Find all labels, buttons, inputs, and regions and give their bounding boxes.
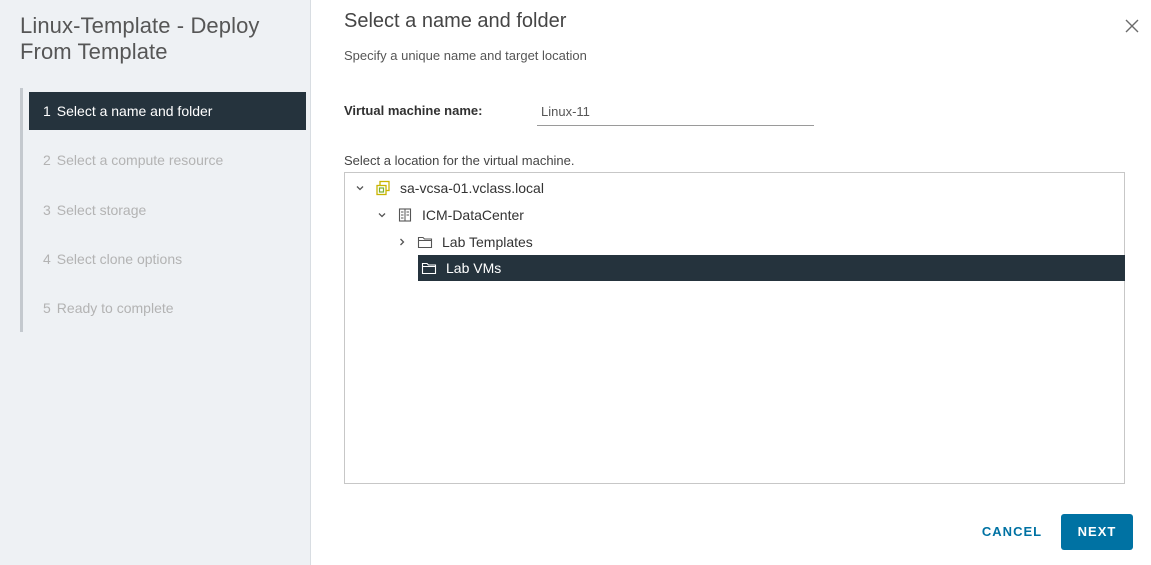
vm-name-input[interactable] — [537, 98, 814, 126]
step-label: Select storage — [56, 202, 147, 218]
step-number: 2 — [43, 152, 51, 168]
folder-icon — [421, 260, 437, 276]
folder-icon — [417, 234, 433, 250]
datacenter-icon — [397, 207, 413, 223]
wizard-sidebar: Linux-Template - Deploy From Template 1S… — [0, 0, 311, 565]
chevron-down-icon[interactable] — [375, 208, 389, 222]
chevron-right-icon[interactable] — [395, 235, 409, 249]
step-label: Ready to complete — [56, 300, 174, 316]
wizard-title: Linux-Template - Deploy From Template — [20, 13, 260, 64]
close-icon[interactable] — [1121, 15, 1143, 37]
step-number: 3 — [43, 202, 51, 218]
step-select-compute-resource[interactable]: 2 Select a compute resource — [29, 141, 306, 179]
vm-name-label: Virtual machine name: — [344, 103, 483, 118]
cancel-button[interactable]: CANCEL — [972, 514, 1052, 550]
tree-node-datacenter[interactable]: ICM-DataCenter — [375, 202, 524, 228]
location-tree: sa-vcsa-01.vclass.local ICM-DataCenter L… — [344, 172, 1125, 484]
tree-node-lab-vms[interactable]: Lab VMs — [418, 255, 1125, 281]
tree-node-label: Lab Templates — [442, 234, 533, 250]
step-ready-to-complete[interactable]: 5 Ready to complete — [29, 289, 306, 327]
tree-node-label: sa-vcsa-01.vclass.local — [400, 180, 544, 196]
chevron-down-icon[interactable] — [353, 181, 367, 195]
step-select-name-folder[interactable]: 1 Select a name and folder — [29, 92, 306, 130]
wizard-steps: 1 Select a name and folder 2 Select a comp… — [20, 88, 310, 332]
step-number: 5 — [43, 300, 51, 316]
step-select-clone-options[interactable]: 4 Select clone options — [29, 240, 306, 278]
wizard-content: Select a name and folder Specify a uniqu… — [311, 0, 1151, 565]
step-label: Select clone options — [56, 251, 183, 267]
tree-node-lab-templates[interactable]: Lab Templates — [395, 229, 533, 255]
step-number: 1 — [43, 103, 51, 119]
tree-node-label: ICM-DataCenter — [422, 207, 524, 223]
vcenter-icon — [375, 180, 391, 196]
page-subtitle: Specify a unique name and target locatio… — [344, 48, 587, 63]
deploy-wizard: Linux-Template - Deploy From Template 1S… — [0, 0, 1151, 565]
step-number: 4 — [43, 251, 51, 267]
step-select-storage[interactable]: 3 Select storage — [29, 191, 306, 229]
tree-node-label: Lab VMs — [446, 260, 502, 276]
step-label: Select a name and folder — [56, 103, 213, 119]
tree-node-vcenter[interactable]: sa-vcsa-01.vclass.local — [353, 175, 544, 201]
page-title: Select a name and folder — [344, 10, 567, 32]
step-label: Select a compute resource — [56, 152, 224, 168]
next-button[interactable]: NEXT — [1061, 514, 1133, 550]
location-label: Select a location for the virtual machin… — [344, 153, 575, 168]
